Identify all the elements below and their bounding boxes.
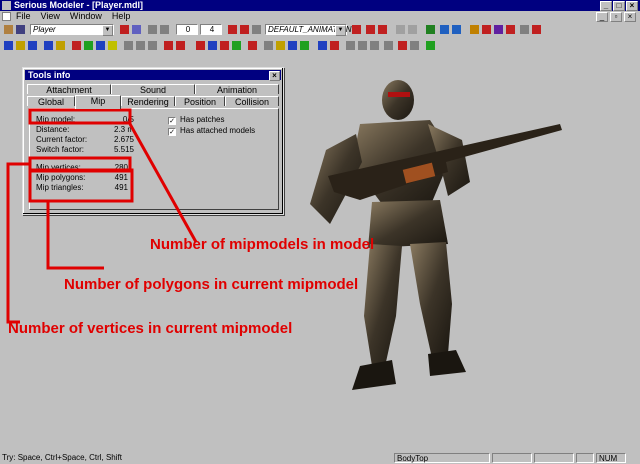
- status-num: NUM: [596, 453, 626, 463]
- polygons-arrow: [46, 201, 104, 270]
- annotation-vertices: Number of vertices in current mipmodel: [8, 320, 293, 337]
- status-bar: Try: Space, Ctrl+Space, Ctrl, Shift Body…: [0, 452, 640, 464]
- status-bone: BodyTop: [394, 453, 490, 463]
- status-empty-2: [534, 453, 574, 463]
- status-hint: Try: Space, Ctrl+Space, Ctrl, Shift: [2, 453, 122, 462]
- mipmodels-arrow: [128, 123, 198, 243]
- annotation-polygons: Number of polygons in current mipmodel: [64, 276, 359, 293]
- annotation-mipmodels: Number of mipmodels in model: [150, 236, 375, 253]
- annotation-overlay: [6, 108, 198, 324]
- tab-mip[interactable]: Mip: [75, 95, 121, 109]
- status-empty-3: [576, 453, 594, 463]
- mip-model-highlight: [28, 108, 132, 125]
- vertices-arrow: [6, 162, 30, 324]
- status-empty-1: [492, 453, 532, 463]
- mip-polygons-highlight: [28, 168, 134, 203]
